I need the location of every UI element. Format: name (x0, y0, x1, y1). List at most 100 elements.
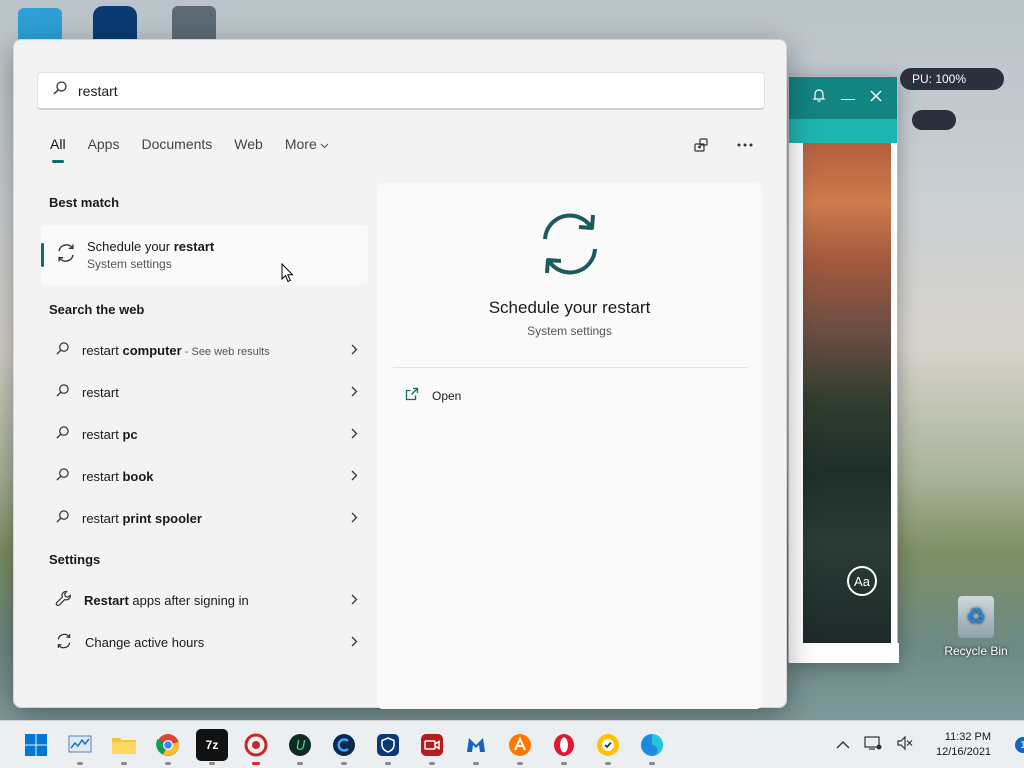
performance-monitor-icon[interactable] (64, 729, 96, 765)
running-indicator (297, 762, 303, 765)
start-windows-icon[interactable] (20, 729, 52, 761)
running-indicator (341, 762, 347, 765)
best-match-heading: Best match (49, 195, 120, 210)
open-external-icon (405, 387, 419, 404)
7zip-icon[interactable]: 7z (196, 729, 228, 765)
background-window-footer (789, 643, 899, 663)
open-action[interactable]: Open (405, 387, 461, 404)
taskbar: 7z U 11:32 PM 12/16/2021 1 (0, 720, 1024, 768)
record-widget[interactable] (912, 110, 956, 130)
minimize-icon[interactable]: — (841, 90, 855, 106)
result-preview-pane: Schedule your restart System settings Op… (377, 183, 762, 709)
search-toolbar (690, 134, 756, 156)
background-app-window[interactable]: — Aa (788, 76, 899, 663)
preview-divider (393, 367, 748, 368)
chevron-right-icon (351, 342, 358, 358)
tab-web[interactable]: Web (234, 136, 263, 160)
chevron-down-icon (320, 136, 329, 152)
show-hidden-icons-chevron-up-icon[interactable] (836, 736, 850, 754)
web-result-row[interactable]: restart book (41, 458, 368, 494)
text-size-button[interactable]: Aa (847, 566, 877, 596)
recycle-bin-icon: ♻ (958, 596, 994, 638)
wrench-icon (55, 590, 72, 610)
search-icon (55, 509, 70, 527)
account-switch-icon[interactable] (690, 134, 712, 156)
volume-muted-icon[interactable] (896, 735, 914, 756)
chevron-right-icon (351, 634, 358, 650)
search-box[interactable] (37, 72, 765, 110)
search-web-heading: Search the web (49, 302, 145, 317)
settings-result-row[interactable]: Change active hours (41, 624, 368, 660)
chevron-right-icon (351, 468, 358, 484)
refresh-sync-icon (535, 209, 605, 284)
search-icon (55, 425, 70, 443)
running-indicator (517, 762, 523, 765)
cpu-monitor-widget[interactable]: PU: 100% (900, 68, 1004, 90)
running-indicator (385, 762, 391, 765)
running-indicator (165, 762, 171, 765)
opera-icon[interactable] (548, 729, 580, 765)
web-result-row[interactable]: restart print spooler (41, 500, 368, 536)
best-match-title: Schedule your restart (87, 239, 215, 254)
svg-text:U: U (296, 739, 306, 754)
cpu-usage-text: PU: 100% (912, 72, 967, 86)
app-swirl-icon[interactable] (636, 729, 668, 765)
app-red-circle-icon[interactable] (240, 729, 272, 765)
chevron-right-icon (351, 510, 358, 526)
web-result-row[interactable]: restart computer - See web results (41, 332, 368, 368)
search-icon (55, 383, 70, 401)
running-indicator (605, 762, 611, 765)
open-label: Open (432, 388, 462, 403)
chevron-right-icon (351, 592, 358, 608)
chrome-icon[interactable] (152, 729, 184, 765)
search-icon (55, 467, 70, 485)
app-green-u-icon[interactable]: U (284, 729, 316, 765)
search-filter-tabs: All Apps Documents Web More (50, 136, 329, 163)
running-indicator (429, 762, 435, 765)
recycle-bin-label: Recycle Bin (944, 644, 1008, 658)
close-icon[interactable] (869, 89, 883, 108)
search-icon (52, 80, 68, 101)
tab-documents[interactable]: Documents (141, 136, 212, 160)
mountain-photo (803, 143, 891, 643)
tab-all[interactable]: All (50, 136, 66, 163)
tab-more-label: More (284, 136, 317, 152)
web-result-row[interactable]: restart pc (41, 416, 368, 452)
running-indicator (473, 762, 479, 765)
screen-recorder-icon[interactable] (416, 729, 448, 765)
tab-more[interactable]: More (285, 136, 329, 160)
avast-icon[interactable] (504, 729, 536, 765)
clock[interactable]: 11:32 PM 12/16/2021 (936, 730, 991, 760)
malwarebytes-icon[interactable] (460, 729, 492, 765)
bell-icon[interactable] (811, 88, 827, 109)
network-monitor-icon[interactable] (864, 735, 882, 756)
clock-date: 12/16/2021 (936, 746, 992, 758)
search-input[interactable] (78, 82, 678, 99)
best-match-result[interactable]: Schedule your restart System settings (41, 225, 368, 285)
taskbar-apps: 7z U (20, 729, 668, 765)
tab-apps[interactable]: Apps (88, 136, 120, 160)
refresh-sync-icon (55, 242, 77, 269)
preview-title: Schedule your restart (488, 298, 651, 317)
mouse-cursor-icon (281, 262, 294, 288)
settings-result-row[interactable]: Restart apps after signing in (41, 582, 368, 618)
running-indicator (649, 762, 655, 765)
file-explorer-icon[interactable] (108, 729, 140, 765)
refresh-sync-icon (55, 632, 73, 653)
search-icon (55, 341, 70, 359)
more-options-icon[interactable] (734, 134, 756, 156)
start-search-panel: All Apps Documents Web More Best match S… (13, 39, 787, 709)
clock-time: 11:32 PM (944, 731, 992, 743)
recycle-bin-shortcut[interactable]: ♻ Recycle Bin (944, 596, 1008, 658)
background-window-titlebar: — (789, 77, 897, 119)
preview-subtitle: System settings (527, 324, 612, 338)
running-indicator (209, 762, 215, 765)
notification-badge[interactable]: 1 (1015, 737, 1024, 753)
best-match-subtitle: System settings (87, 257, 172, 271)
vpn-shield-icon[interactable] (372, 729, 404, 765)
web-result-row[interactable]: restart (41, 374, 368, 410)
norton-icon[interactable] (592, 729, 624, 765)
ccleaner-icon[interactable] (328, 729, 360, 765)
running-indicator (121, 762, 127, 765)
chevron-right-icon (351, 426, 358, 442)
